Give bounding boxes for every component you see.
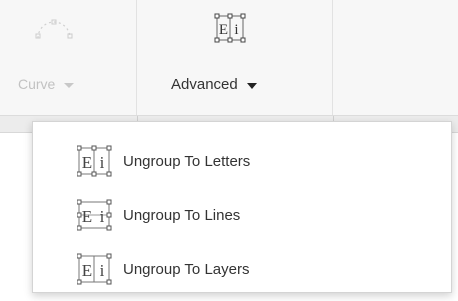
svg-text:i: i [234,22,238,38]
menu-item-ungroup-to-lines[interactable]: E i Ungroup To Lines [33,188,451,242]
advanced-tool-label: Advanced [171,76,257,93]
curve-label-text: Curve [18,76,56,92]
ungroup-text-icon: E i [214,13,246,43]
chevron-down-icon [246,82,257,89]
menu-item-label: Ungroup To Lines [123,206,241,224]
ungroup-letters-icon: E i [77,145,112,177]
advanced-tool-button[interactable]: E i Advanced [137,0,333,115]
menu-item-label: Ungroup To Letters [123,152,251,170]
svg-text:E: E [82,153,92,172]
toolbar: Curve E i Advanced [0,0,458,116]
advanced-dropdown-menu: E i Ungroup To Letters E i Ungroup To Li… [32,121,452,293]
svg-text:E: E [82,207,92,226]
chevron-down-icon [64,82,75,88]
menu-item-ungroup-to-layers[interactable]: E i Ungroup To Layers [33,242,451,296]
curve-text-icon [35,19,73,39]
svg-text:E: E [82,261,92,280]
ungroup-layers-icon: E i [77,253,112,285]
svg-text:i: i [100,261,105,280]
curve-tool-label: Curve [18,76,75,92]
advanced-label-text: Advanced [171,76,238,93]
svg-text:E: E [219,22,228,38]
ungroup-lines-icon: E i [77,199,112,231]
menu-item-ungroup-to-letters[interactable]: E i Ungroup To Letters [33,134,451,188]
svg-text:i: i [100,153,105,172]
curve-tool-button[interactable]: Curve [0,0,137,115]
svg-text:i: i [100,207,105,226]
menu-item-label: Ungroup To Layers [123,260,250,278]
